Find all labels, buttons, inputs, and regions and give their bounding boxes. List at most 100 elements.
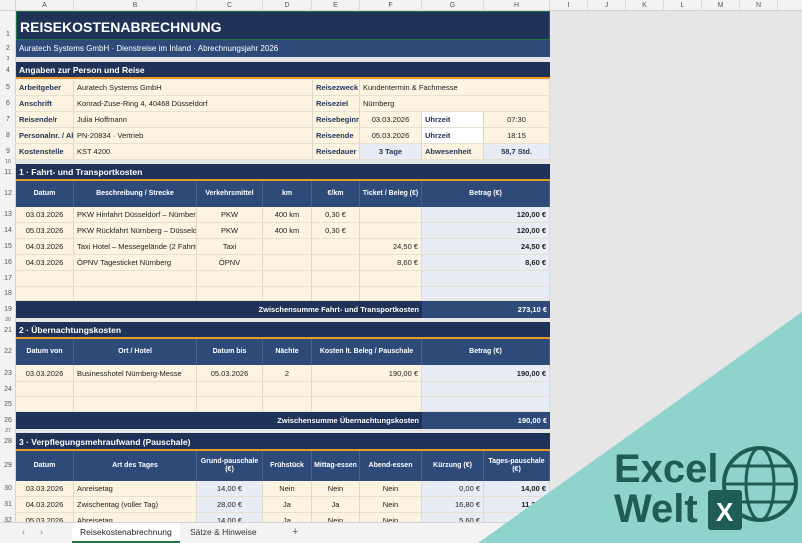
table-cell[interactable]: ÖPNV Tagesticket Nürnberg bbox=[74, 255, 197, 271]
col-header-c[interactable]: C bbox=[197, 0, 263, 11]
table-cell[interactable]: Nein bbox=[312, 481, 360, 497]
section-header-lodging[interactable]: 2 · Übernachtungskosten bbox=[16, 322, 550, 339]
table-cell[interactable] bbox=[263, 239, 312, 255]
col-header-a[interactable]: A bbox=[16, 0, 74, 11]
table-cell[interactable]: Businesshotel Nürnberg-Messe bbox=[74, 365, 197, 382]
th-mittagessen[interactable]: Mittag-essen bbox=[312, 451, 360, 481]
th-datum-von[interactable]: Datum von bbox=[16, 339, 74, 365]
label-anschrift[interactable]: Anschrift bbox=[16, 96, 74, 112]
value-reisedauer[interactable]: 3 Tage bbox=[360, 144, 422, 160]
value-reisezweck[interactable]: Kundentermin & Fachmesse bbox=[360, 80, 550, 96]
th-betrag-lodging[interactable]: Betrag (€) bbox=[422, 339, 550, 365]
label-arbeitgeber[interactable]: Arbeitgeber bbox=[16, 80, 74, 96]
th-art-des-tages[interactable]: Art des Tages bbox=[74, 451, 197, 481]
table-cell[interactable]: 11,20 € bbox=[484, 497, 550, 513]
table-cell[interactable]: 8,40 € bbox=[484, 513, 550, 522]
col-header-m[interactable]: M bbox=[702, 0, 740, 11]
row-header[interactable]: 22 bbox=[0, 339, 15, 365]
th-datum-meals[interactable]: Datum bbox=[16, 451, 74, 481]
table-cell[interactable]: Taxi Hotel – Messegelände (2 Fahrten) bbox=[74, 239, 197, 255]
table-cell[interactable]: Nein bbox=[360, 497, 422, 513]
th-beschreibung[interactable]: Beschreibung / Strecke bbox=[74, 181, 197, 207]
sheet-tab-reisekostenabrechnung[interactable]: Reisekostenabrechnung bbox=[72, 523, 180, 543]
row-header[interactable]: 29 bbox=[0, 451, 15, 481]
row-header[interactable]: 16 bbox=[0, 255, 15, 271]
scroll-tabs-right-icon[interactable]: › bbox=[40, 527, 43, 537]
select-all-corner[interactable] bbox=[0, 0, 16, 11]
th-kosten[interactable]: Kosten lt. Beleg / Pauschale bbox=[312, 339, 422, 365]
table-cell[interactable]: 04.03.2026 bbox=[16, 239, 74, 255]
row-header[interactable]: 19 bbox=[0, 301, 15, 318]
value-anschrift[interactable]: Konrad-Zuse-Ring 4, 40468 Düsseldorf bbox=[74, 96, 313, 112]
transport-subtotal-label[interactable]: Zwischensumme Fahrt- und Transportkosten bbox=[16, 301, 422, 318]
table-cell[interactable]: Ja bbox=[312, 497, 360, 513]
row-header[interactable]: 24 bbox=[0, 382, 15, 397]
table-cell[interactable]: Nein bbox=[360, 513, 422, 522]
col-header-i[interactable]: I bbox=[550, 0, 588, 11]
row-header[interactable]: 6 bbox=[0, 96, 15, 112]
row-header[interactable]: 17 bbox=[0, 271, 15, 287]
th-tagespauschale[interactable]: Tages-pauschale (€) bbox=[484, 451, 550, 481]
label-uhrzeit-beginn[interactable]: Uhrzeit bbox=[422, 112, 484, 128]
value-reisende[interactable]: Julia Hoffmann bbox=[74, 112, 313, 128]
table-cell[interactable]: PKW bbox=[197, 223, 263, 239]
label-reisedauer[interactable]: Reisedauer bbox=[313, 144, 360, 160]
table-cell[interactable] bbox=[312, 239, 360, 255]
value-uhrzeit-ende[interactable]: 18:15 bbox=[484, 128, 550, 144]
table-cell[interactable]: 400 km bbox=[263, 207, 312, 223]
table-cell[interactable]: 05.03.2026 bbox=[197, 365, 263, 382]
table-cell[interactable]: Nein bbox=[312, 513, 360, 522]
table-cell[interactable]: Anreisetag bbox=[74, 481, 197, 497]
scroll-tabs-left-icon[interactable]: ‹ bbox=[22, 527, 25, 537]
table-cell[interactable]: 2 bbox=[263, 365, 312, 382]
label-reiseende[interactable]: Reiseende bbox=[313, 128, 360, 144]
table-cell[interactable]: Nein bbox=[263, 481, 312, 497]
table-cell[interactable]: 03.03.2026 bbox=[16, 207, 74, 223]
table-cell[interactable]: 16,80 € bbox=[422, 497, 484, 513]
row-header[interactable]: 9 bbox=[0, 144, 15, 160]
value-reiseende[interactable]: 05.03.2026 bbox=[360, 128, 422, 144]
th-eur-km[interactable]: €/km bbox=[312, 181, 360, 207]
col-header-n[interactable]: N bbox=[740, 0, 778, 11]
value-abwesenheit[interactable]: 58,7 Std. bbox=[484, 144, 550, 160]
row-header[interactable]: 31 bbox=[0, 497, 15, 513]
table-cell[interactable]: 190,00 € bbox=[422, 365, 550, 382]
th-betrag[interactable]: Betrag (€) bbox=[422, 181, 550, 207]
table-cell[interactable]: 0,30 € bbox=[312, 223, 360, 239]
label-reisebeginn[interactable]: Reisebeginn bbox=[313, 112, 360, 128]
table-cell[interactable]: 120,00 € bbox=[422, 207, 550, 223]
table-cell[interactable]: 14,00 € bbox=[484, 481, 550, 497]
subtitle-cell[interactable]: Auratech Systems GmbH · Dienstreise im I… bbox=[16, 40, 550, 57]
row-header[interactable]: 11 bbox=[0, 164, 15, 181]
label-uhrzeit-ende[interactable]: Uhrzeit bbox=[422, 128, 484, 144]
table-cell[interactable]: 8,60 € bbox=[360, 255, 422, 271]
table-cell[interactable]: 5,60 € bbox=[422, 513, 484, 522]
th-km[interactable]: km bbox=[263, 181, 312, 207]
row-header[interactable]: 26 bbox=[0, 412, 15, 429]
label-abwesenheit[interactable]: Abwesenheit bbox=[422, 144, 484, 160]
table-cell[interactable]: 05.03.2026 bbox=[16, 223, 74, 239]
add-sheet-icon[interactable]: + bbox=[284, 523, 306, 543]
table-cell[interactable]: Abreisetag bbox=[74, 513, 197, 522]
sheet-tab-saetze-hinweise[interactable]: Sätze & Hinweise bbox=[182, 523, 265, 543]
value-uhrzeit-beginn[interactable]: 07:30 bbox=[484, 112, 550, 128]
table-cell[interactable]: 400 km bbox=[263, 223, 312, 239]
lodging-subtotal-value[interactable]: 190,00 € bbox=[422, 412, 550, 429]
table-cell[interactable] bbox=[263, 255, 312, 271]
value-reiseziel[interactable]: Nürnberg bbox=[360, 96, 550, 112]
row-header[interactable]: 2 bbox=[0, 40, 15, 57]
label-reisende[interactable]: Reisende/r bbox=[16, 112, 74, 128]
table-cell[interactable]: PKW bbox=[197, 207, 263, 223]
col-header-j[interactable]: J bbox=[588, 0, 626, 11]
row-header[interactable]: 23 bbox=[0, 365, 15, 382]
th-abendessen[interactable]: Abend-essen bbox=[360, 451, 422, 481]
table-cell[interactable]: 14,00 € bbox=[197, 481, 263, 497]
table-cell[interactable]: ÖPNV bbox=[197, 255, 263, 271]
table-cell[interactable]: 8,60 € bbox=[422, 255, 550, 271]
th-verkehrsmittel[interactable]: Verkehrsmittel bbox=[197, 181, 263, 207]
table-cell[interactable]: 03.03.2026 bbox=[16, 481, 74, 497]
th-datum-bis[interactable]: Datum bis bbox=[197, 339, 263, 365]
table-cell[interactable]: PKW Rückfahrt Nürnberg – Düsseldorf bbox=[74, 223, 197, 239]
col-header-e[interactable]: E bbox=[312, 0, 360, 11]
th-grundpauschale[interactable]: Grund-pauschale (€) bbox=[197, 451, 263, 481]
